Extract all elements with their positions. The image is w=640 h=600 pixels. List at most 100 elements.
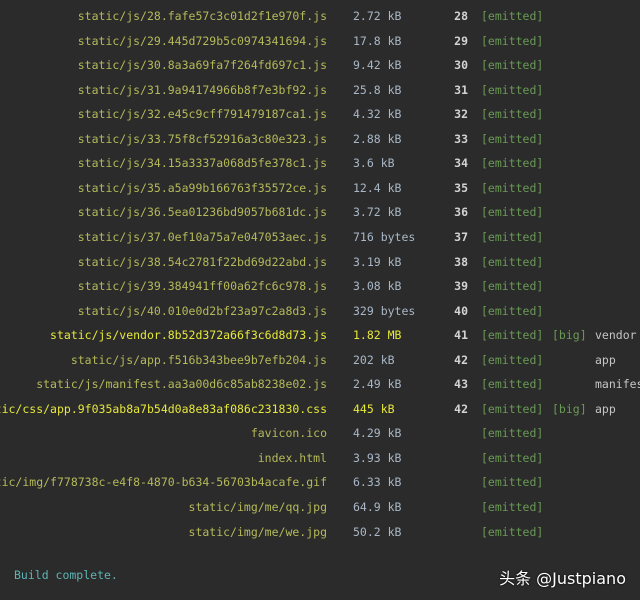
big-flag: [big]	[552, 328, 587, 343]
asset-size: 716 bytes	[353, 229, 416, 244]
asset-name: static/js/35.a5a99b166763f35572ce.js	[77, 180, 327, 195]
emitted-status: [emitted]	[481, 205, 544, 220]
asset-name: static/js/31.9a94174966b8f7e3bf92.js	[77, 82, 327, 97]
emitted-status: [emitted]	[481, 58, 544, 73]
chunk-id: 36	[454, 205, 468, 220]
asset-name: static/js/37.0ef10a75a7e047053aec.js	[77, 229, 327, 244]
asset-size: 4.29 kB	[353, 426, 402, 441]
asset-size: 2.49 kB	[353, 377, 402, 392]
asset-name: static/js/28.fafe57c3c01d2f1e970f.js	[77, 9, 327, 23]
asset-name: static/js/39.384941ff00a62fc6c978.js	[77, 279, 327, 294]
chunk-id: 40	[454, 303, 468, 318]
asset-row: static/img/f778738c-e4f8-4870-b634-56703…	[0, 470, 640, 494]
emitted-status: [emitted]	[481, 328, 544, 343]
emitted-status: [emitted]	[481, 156, 544, 171]
asset-row: static/js/36.5ea01236bd9057b681dc.js 3.72…	[0, 200, 640, 224]
asset-row: static/js/35.a5a99b166763f35572ce.js 12.4…	[0, 176, 640, 200]
asset-name: index.html	[257, 450, 327, 465]
chunk-id: 42	[454, 352, 468, 367]
asset-row: static/js/38.54c2781f22bd69d22abd.js 3.19…	[0, 250, 640, 274]
asset-row: static/img/me/we.jpg 50.2 kB [emitted]	[0, 520, 640, 544]
emitted-status: [emitted]	[481, 82, 544, 97]
asset-name: favicon.ico	[250, 426, 327, 441]
asset-size: 2.72 kB	[353, 9, 402, 23]
asset-size: 9.42 kB	[353, 58, 402, 73]
asset-size: 202 kB	[353, 352, 395, 367]
emitted-status: [emitted]	[481, 9, 544, 23]
emitted-status: [emitted]	[481, 180, 544, 195]
asset-row: static/js/29.445d729b5c0974341694.js 17.8…	[0, 29, 640, 53]
emitted-status: [emitted]	[481, 303, 544, 318]
emitted-status: [emitted]	[481, 524, 544, 539]
chunk-id: 29	[454, 33, 468, 48]
asset-size: 329 bytes	[353, 303, 416, 318]
chunk-id: 41	[454, 328, 468, 343]
asset-name: static/js/38.54c2781f22bd69d22abd.js	[77, 254, 327, 269]
chunk-id: 35	[454, 180, 468, 195]
asset-name: static/js/30.8a3a69fa7f264fd697c1.js	[77, 58, 327, 73]
asset-row: static/js/32.e45c9cff791479187ca1.js 4.32…	[0, 102, 640, 126]
chunk-id: 38	[454, 254, 468, 269]
asset-size: 3.72 kB	[353, 205, 402, 220]
chunk-id: 39	[454, 279, 468, 294]
chunk-id: 37	[454, 229, 468, 244]
asset-row: static/js/manifest.aa3a00d6c85ab8238e02.…	[0, 372, 640, 396]
emitted-status: [emitted]	[481, 426, 544, 441]
big-flag: [big]	[552, 401, 587, 416]
emitted-status: [emitted]	[481, 450, 544, 465]
asset-name: static/js/32.e45c9cff791479187ca1.js	[77, 107, 327, 122]
asset-size: 4.32 kB	[353, 107, 402, 122]
chunk-names: manifest	[595, 377, 640, 392]
emitted-status: [emitted]	[481, 107, 544, 122]
asset-row: static/js/37.0ef10a75a7e047053aec.js 716 …	[0, 225, 640, 249]
chunk-id: 31	[454, 82, 468, 97]
asset-size: 3.6 kB	[353, 156, 395, 171]
chunk-id: 42	[454, 401, 468, 416]
asset-name: static/js/36.5ea01236bd9057b681dc.js	[77, 205, 327, 220]
chunk-id: 32	[454, 107, 468, 122]
emitted-status: [emitted]	[481, 377, 544, 392]
asset-row: favicon.ico 4.29 kB [emitted]	[0, 421, 640, 445]
chunk-id: 43	[454, 377, 468, 392]
emitted-status: [emitted]	[481, 254, 544, 269]
chunk-id: 28	[454, 9, 468, 23]
asset-name: static/js/29.445d729b5c0974341694.js	[77, 33, 327, 48]
chunk-id: 30	[454, 58, 468, 73]
asset-row: static/img/me/qq.jpg 64.9 kB [emitted]	[0, 495, 640, 519]
asset-name: static/css/app.9f035ab8a7b54d0a8e83af086…	[0, 401, 327, 416]
build-status-text: Build complete.	[14, 568, 118, 582]
asset-row: static/css/app.9f035ab8a7b54d0a8e83af086…	[0, 397, 640, 421]
asset-name: static/img/me/we.jpg	[188, 524, 327, 539]
asset-size: 6.33 kB	[353, 475, 402, 490]
asset-size: 445 kB	[353, 401, 395, 416]
watermark-text: 头条 @Justpiano	[499, 569, 626, 588]
asset-row: index.html 3.93 kB [emitted]	[0, 446, 640, 470]
asset-name: static/js/vendor.8b52d372a66f3c6d8d73.js	[50, 328, 327, 343]
emitted-status: [emitted]	[481, 279, 544, 294]
asset-size: 3.08 kB	[353, 279, 402, 294]
asset-name: static/js/34.15a3337a068d5fe378c1.js	[77, 156, 327, 171]
asset-size: 2.88 kB	[353, 131, 402, 146]
asset-row: static/js/30.8a3a69fa7f264fd697c1.js 9.42…	[0, 53, 640, 77]
asset-row: static/js/vendor.8b52d372a66f3c6d8d73.js…	[0, 323, 640, 347]
asset-row: static/js/33.75f8cf52916a3c80e323.js 2.88…	[0, 127, 640, 151]
asset-size: 1.82 MB	[353, 328, 402, 343]
asset-row: static/js/39.384941ff00a62fc6c978.js 3.08…	[0, 274, 640, 298]
chunk-names: vendor	[595, 328, 637, 343]
asset-name: static/img/f778738c-e4f8-4870-b634-56703…	[0, 475, 327, 490]
emitted-status: [emitted]	[481, 229, 544, 244]
asset-size: 50.2 kB	[353, 524, 402, 539]
asset-size: 17.8 kB	[353, 33, 402, 48]
asset-row: static/js/31.9a94174966b8f7e3bf92.js 25.8…	[0, 78, 640, 102]
emitted-status: [emitted]	[481, 352, 544, 367]
asset-row: static/js/28.fafe57c3c01d2f1e970f.js 2.72…	[0, 4, 640, 28]
asset-size: 64.9 kB	[353, 500, 402, 514]
chunk-names: app	[595, 401, 616, 416]
chunk-id: 33	[454, 131, 468, 146]
asset-name: static/js/manifest.aa3a00d6c85ab8238e02.…	[36, 377, 327, 392]
emitted-status: [emitted]	[481, 500, 544, 514]
asset-row: static/js/34.15a3337a068d5fe378c1.js 3.6 …	[0, 151, 640, 175]
chunk-id: 34	[454, 156, 468, 171]
asset-name: static/js/33.75f8cf52916a3c80e323.js	[77, 131, 327, 146]
asset-name: static/js/40.010e0d2bf23a97c2a8d3.js	[77, 303, 327, 318]
